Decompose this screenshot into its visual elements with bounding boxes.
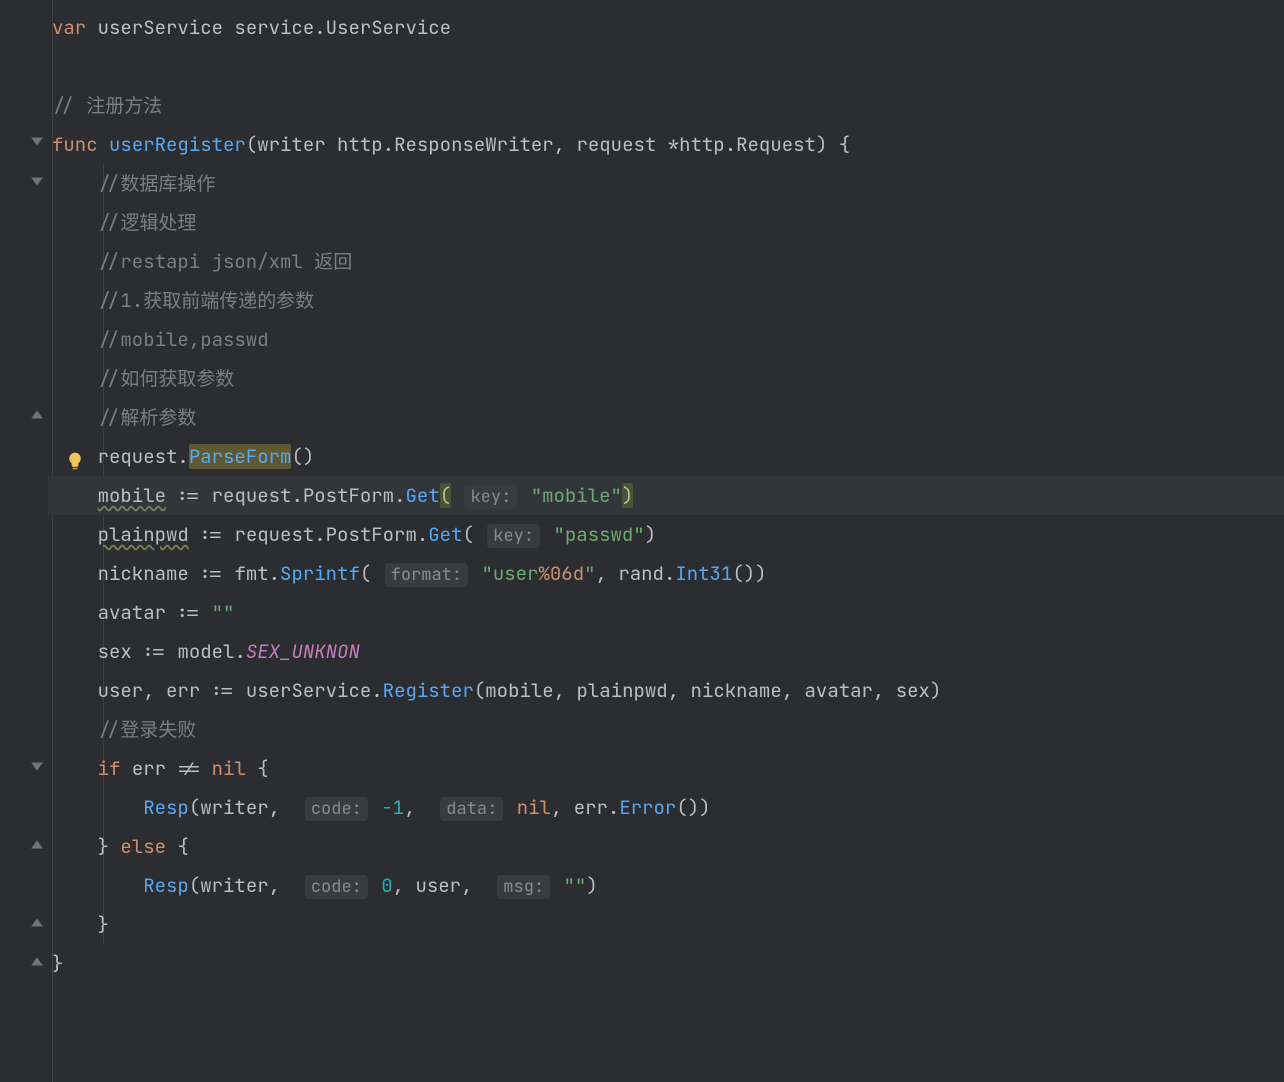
fold-open-icon[interactable] [30, 134, 44, 148]
code-line: Resp(writer, code: 0, user, msg: "") [48, 866, 1284, 905]
code-line: // 注册方法 [48, 86, 1284, 125]
code-editor[interactable]: var userService service.UserService // 注… [0, 0, 1284, 1082]
code-line: } [48, 905, 1284, 944]
code-line: nickname := fmt.Sprintf( format: "user%0… [48, 554, 1284, 593]
code-line: Resp(writer, code: -1, data: nil, err.Er… [48, 788, 1284, 827]
code-line: //逻辑处理 [48, 203, 1284, 242]
inlay-hint: code: [305, 797, 368, 821]
code-line: sex := model.SEX_UNKNON [48, 632, 1284, 671]
code-line: //登录失败 [48, 710, 1284, 749]
code-line: //数据库操作 [48, 164, 1284, 203]
code-line: if err != nil { [48, 749, 1284, 788]
fold-open-icon[interactable] [30, 759, 44, 773]
fold-close-icon[interactable] [30, 838, 44, 852]
code-line: var userService service.UserService [48, 8, 1284, 47]
code-line: //mobile,passwd [48, 320, 1284, 359]
code-line-current: mobile := request.PostForm.Get( key: "mo… [48, 476, 1284, 515]
code-area[interactable]: var userService service.UserService // 注… [48, 0, 1284, 1082]
fold-open-icon[interactable] [30, 174, 44, 188]
fold-close-icon[interactable] [30, 408, 44, 422]
code-line: //如何获取参数 [48, 359, 1284, 398]
paren-match: ( [440, 483, 451, 508]
inlay-hint: key: [464, 485, 517, 509]
code-line: //解析参数 [48, 398, 1284, 437]
code-line [48, 47, 1284, 86]
gutter [0, 0, 48, 1082]
inlay-hint: key: [487, 524, 540, 548]
inlay-hint: data: [440, 797, 503, 821]
code-line: //restapi json/xml 返回 [48, 242, 1284, 281]
code-line: func userRegister(writer http.ResponseWr… [48, 125, 1284, 164]
warning-highlight: ParseForm [189, 444, 292, 469]
code-line: request.ParseForm() [48, 437, 1284, 476]
paren-match: ) [622, 483, 633, 508]
fold-close-icon[interactable] [30, 955, 44, 969]
inlay-hint: code: [305, 875, 368, 899]
inlay-hint: format: [385, 563, 468, 587]
fold-close-icon[interactable] [30, 916, 44, 930]
code-line: plainpwd := request.PostForm.Get( key: "… [48, 515, 1284, 554]
inlay-hint: msg: [497, 875, 550, 899]
code-line: user, err := userService.Register(mobile… [48, 671, 1284, 710]
code-line: avatar := "" [48, 593, 1284, 632]
code-line: //1.获取前端传递的参数 [48, 281, 1284, 320]
code-line: } else { [48, 827, 1284, 866]
code-line: } [48, 944, 1284, 983]
